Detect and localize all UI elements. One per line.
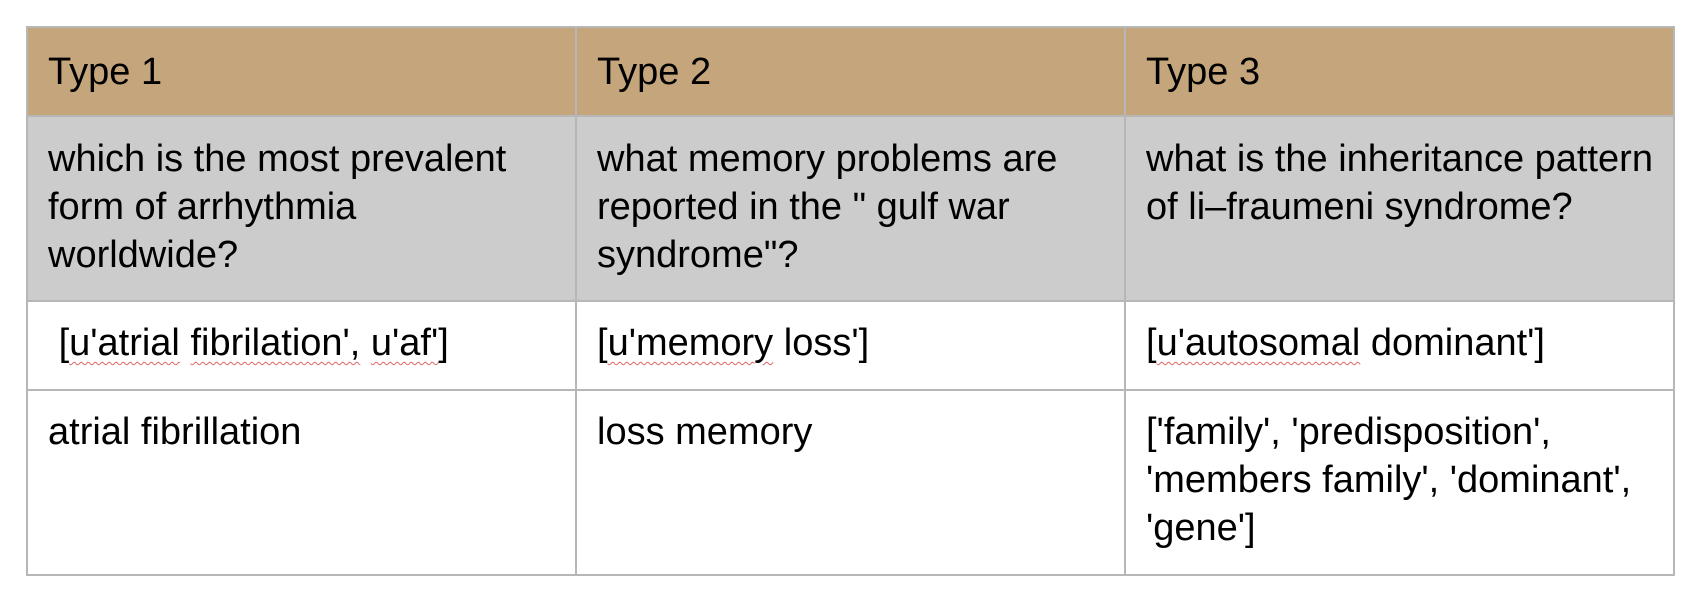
question-text: what memory problems are reported in the… [597, 138, 1068, 276]
misspelled-word: fibrilation', [190, 322, 361, 364]
gold-answer-cell-1[interactable]: [u'atrial fibrilation', u'af'] [26, 300, 577, 391]
misspelled-word: u'autosomal [1156, 322, 1361, 364]
question-cell-1[interactable]: which is the most prevalent form of arrh… [26, 115, 577, 302]
predicted-answer-text: loss memory [597, 411, 813, 453]
answer-fragment [180, 322, 191, 364]
predicted-answer-cell-3[interactable]: ['family', 'predisposition', 'members fa… [1124, 389, 1675, 576]
gold-answer-text: [u'autosomal dominant'] [1146, 319, 1653, 367]
answer-fragment: [ [597, 322, 608, 364]
predicted-answer-cell-1[interactable]: atrial fibrillation [26, 389, 577, 576]
answer-fragment: [ [48, 322, 70, 364]
answer-fragment: dominant'] [1360, 322, 1545, 364]
header-label: Type 2 [597, 51, 712, 93]
gold-answer-text: [u'memory loss'] [597, 319, 1104, 367]
misspelled-word: u'atrial [69, 322, 180, 364]
misspelled-word: u'memory [607, 322, 774, 364]
question-cell-3[interactable]: what is the inheritance pattern of li–fr… [1124, 115, 1675, 302]
table-row-questions: which is the most prevalent form of arrh… [26, 115, 1675, 302]
header-label: Type 3 [1146, 51, 1261, 93]
answer-fragment: loss'] [773, 322, 870, 364]
predicted-answer-text: atrial fibrillation [48, 411, 302, 453]
header-cell-type-3[interactable]: Type 3 [1124, 26, 1675, 117]
predicted-answer-cell-2[interactable]: loss memory [575, 389, 1126, 576]
question-text: which is the most prevalent form of arrh… [48, 138, 517, 276]
comparison-table-container: Type 1 Type 2 Type 3 which is the most p… [26, 26, 1675, 576]
answer-fragment [360, 322, 371, 364]
table-header-row: Type 1 Type 2 Type 3 [26, 26, 1675, 117]
header-label: Type 1 [48, 51, 163, 93]
question-cell-2[interactable]: what memory problems are reported in the… [575, 115, 1126, 302]
answer-fragment: [ [1146, 322, 1157, 364]
misspelled-word: u'af' [370, 322, 439, 364]
table-row-gold-answers: [u'atrial fibrilation', u'af'] [u'memory… [26, 300, 1675, 391]
answer-fragment: ] [438, 322, 449, 364]
comparison-table: Type 1 Type 2 Type 3 which is the most p… [26, 26, 1675, 576]
gold-answer-cell-3[interactable]: [u'autosomal dominant'] [1124, 300, 1675, 391]
gold-answer-text: [u'atrial fibrilation', u'af'] [48, 319, 555, 367]
header-cell-type-1[interactable]: Type 1 [26, 26, 577, 117]
predicted-answer-text: ['family', 'predisposition', 'members fa… [1146, 411, 1642, 549]
table-row-predicted-answers: atrial fibrillation loss memory ['family… [26, 389, 1675, 576]
header-cell-type-2[interactable]: Type 2 [575, 26, 1126, 117]
gold-answer-cell-2[interactable]: [u'memory loss'] [575, 300, 1126, 391]
question-text: what is the inheritance pattern of li–fr… [1146, 138, 1664, 228]
